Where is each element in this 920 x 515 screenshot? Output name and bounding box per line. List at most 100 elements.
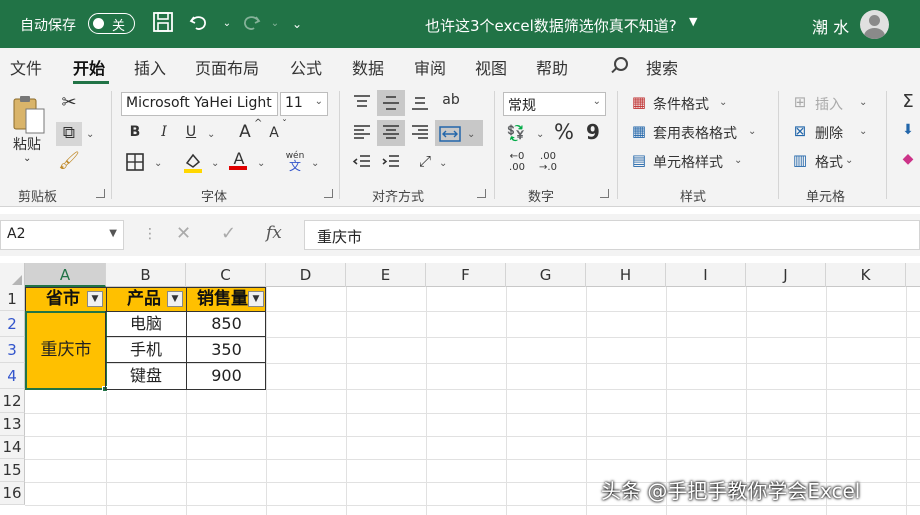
clear-icon[interactable]: ◆ <box>898 151 918 167</box>
filter-active-icon[interactable]: ▼ <box>87 291 103 307</box>
column-header-e[interactable]: E <box>346 263 426 287</box>
format-cells-button[interactable]: 格式 <box>815 152 843 172</box>
column-header-g[interactable]: G <box>506 263 586 287</box>
alignment-launcher-icon[interactable] <box>477 189 486 198</box>
percent-button[interactable]: % <box>553 120 575 144</box>
column-header-b[interactable]: B <box>106 263 186 287</box>
column-header-c[interactable]: C <box>186 263 266 287</box>
name-box[interactable]: A2 ▼ <box>0 220 124 250</box>
format-cells-dropdown-icon[interactable]: ⌄ <box>845 155 853 166</box>
column-header-i[interactable]: I <box>666 263 746 287</box>
tab-formulas[interactable]: 公式 <box>290 55 322 79</box>
tab-review[interactable]: 审阅 <box>414 55 446 79</box>
cell-product[interactable]: 电脑 <box>106 311 186 337</box>
phonetic-dropdown-icon[interactable]: ⌄ <box>311 158 319 169</box>
tab-view[interactable]: 视图 <box>475 55 507 79</box>
search-icon[interactable] <box>614 57 628 71</box>
decrease-decimal-button[interactable]: .00 →.0 <box>535 151 561 173</box>
paste-icon[interactable] <box>12 95 46 135</box>
user-name[interactable]: 潮 水 <box>812 14 849 38</box>
autosum-icon[interactable]: Σ <box>898 91 918 112</box>
save-icon[interactable] <box>150 11 176 37</box>
autosave-toggle[interactable]: 关 <box>88 13 135 34</box>
merge-dropdown-icon[interactable]: ⌄ <box>467 129 475 140</box>
column-header-d[interactable]: D <box>266 263 346 287</box>
cancel-icon[interactable]: ✕ <box>176 223 191 244</box>
underline-dropdown-icon[interactable]: ⌄ <box>207 129 215 140</box>
row-header-15[interactable]: 15 <box>0 459 25 482</box>
phonetic-button[interactable]: wén 文 <box>284 151 306 173</box>
format-painter-icon[interactable]: 🖌 <box>58 151 80 171</box>
comma-button[interactable]: 9 <box>584 120 602 144</box>
tab-help[interactable]: 帮助 <box>536 55 568 79</box>
customize-toolbar-icon[interactable]: ⌄ <box>284 11 310 37</box>
undo-icon[interactable] <box>186 11 212 37</box>
fill-icon[interactable]: ⬇ <box>898 122 918 138</box>
align-left-icon[interactable] <box>352 124 372 142</box>
row-header-16[interactable]: 16 <box>0 482 25 505</box>
title-dropdown-icon[interactable]: ▼ <box>689 15 697 28</box>
copy-dropdown-icon[interactable]: ⌄ <box>86 129 94 140</box>
row-header-2[interactable]: 2 <box>0 311 25 337</box>
cell-sales[interactable]: 850 <box>187 311 266 337</box>
filter-dropdown-icon[interactable]: ▼ <box>167 291 183 307</box>
redo-icon[interactable] <box>238 11 264 37</box>
table-format-button[interactable]: 套用表格格式 <box>653 123 737 143</box>
number-format-combo[interactable]: 常规 ⌄ <box>503 92 606 116</box>
insert-function-button[interactable]: fx <box>266 223 282 243</box>
conditional-format-dropdown-icon[interactable]: ⌄ <box>719 97 727 108</box>
text-orientation-icon[interactable]: ab <box>440 92 462 108</box>
header-cell-province[interactable]: 省市 ▼ <box>25 287 107 312</box>
tab-file[interactable]: 文件 <box>10 55 42 79</box>
paste-label[interactable]: 粘贴 <box>13 134 41 154</box>
align-bottom-icon[interactable] <box>410 94 430 112</box>
align-right-icon[interactable] <box>410 124 430 142</box>
row-header-1[interactable]: 1 <box>0 287 25 311</box>
font-color-button[interactable]: A <box>229 149 249 170</box>
row-header-3[interactable]: 3 <box>0 337 25 363</box>
borders-dropdown-icon[interactable]: ⌄ <box>154 158 162 169</box>
delete-cells-button[interactable]: 删除 <box>815 123 843 143</box>
paste-dropdown-icon[interactable]: ⌄ <box>23 153 31 164</box>
row-header-12[interactable]: 12 <box>0 389 25 413</box>
merged-cell-province[interactable]: 重庆市 <box>25 311 107 390</box>
cell-sales[interactable]: 900 <box>187 363 266 389</box>
borders-icon[interactable] <box>124 152 146 176</box>
avatar[interactable] <box>860 10 889 39</box>
row-header-14[interactable]: 14 <box>0 436 25 459</box>
shrink-font-button[interactable]: A <box>266 125 282 141</box>
header-cell-sales[interactable]: 销售量 ▼ <box>186 287 266 312</box>
undo-dropdown-icon[interactable]: ⌄ <box>214 11 240 37</box>
column-header-j[interactable]: J <box>746 263 826 287</box>
search-label[interactable]: 搜索 <box>646 55 678 79</box>
increase-indent-icon[interactable] <box>381 154 401 172</box>
header-cell-product[interactable]: 产品 ▼ <box>106 287 187 312</box>
tab-data[interactable]: 数据 <box>352 55 384 79</box>
cell-product[interactable]: 手机 <box>106 337 186 363</box>
font-launcher-icon[interactable] <box>324 189 333 198</box>
font-color-dropdown-icon[interactable]: ⌄ <box>257 158 265 169</box>
cell-product[interactable]: 键盘 <box>106 363 186 389</box>
cut-icon[interactable]: ✂ <box>58 92 80 113</box>
column-header-f[interactable]: F <box>426 263 506 287</box>
currency-icon[interactable]: 💱 <box>505 124 527 142</box>
conditional-format-button[interactable]: 条件格式 <box>653 94 709 114</box>
column-header-a[interactable]: A <box>25 263 106 287</box>
insert-cells-dropdown-icon[interactable]: ⌄ <box>859 97 867 108</box>
fill-color-icon[interactable] <box>182 151 204 177</box>
currency-dropdown-icon[interactable]: ⌄ <box>536 129 544 140</box>
cell-sales[interactable]: 350 <box>187 337 266 363</box>
font-size-combo[interactable]: 11 ⌄ <box>280 92 328 116</box>
align-top-icon[interactable] <box>352 94 372 112</box>
delete-cells-dropdown-icon[interactable]: ⌄ <box>859 126 867 137</box>
align-middle-icon[interactable] <box>381 94 401 112</box>
column-header-k[interactable]: K <box>826 263 906 287</box>
italic-button[interactable]: I <box>155 124 173 140</box>
select-all-button[interactable] <box>0 263 25 287</box>
cell-styles-dropdown-icon[interactable]: ⌄ <box>734 155 742 166</box>
orientation-dropdown-icon[interactable]: ⌄ <box>439 158 447 169</box>
tab-insert[interactable]: 插入 <box>134 55 166 79</box>
insert-cells-button[interactable]: 插入 <box>815 94 843 114</box>
table-format-dropdown-icon[interactable]: ⌄ <box>748 126 756 137</box>
clipboard-launcher-icon[interactable] <box>96 189 105 198</box>
